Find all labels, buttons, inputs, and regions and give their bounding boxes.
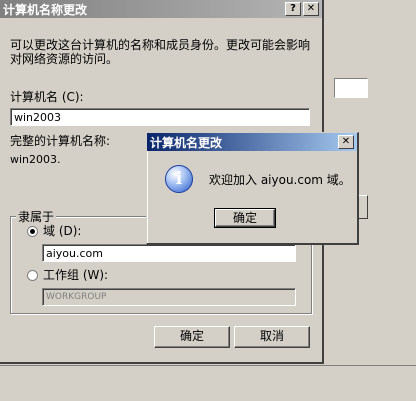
main-titlebar[interactable]: 计算机名称更改 ? ✕	[0, 0, 322, 18]
welcome-message: 欢迎加入 aiyou.com 域。	[209, 173, 351, 187]
computer-name-input[interactable]: win2003	[10, 108, 310, 126]
popup-titlebar-buttons: ✕	[338, 135, 354, 149]
domain-radio[interactable]	[27, 226, 38, 237]
domain-label: 域 (D):	[43, 224, 82, 238]
full-name-label: 完整的计算机名称:	[10, 134, 111, 148]
ok-button[interactable]: 确定	[154, 326, 230, 348]
help-button[interactable]: ?	[285, 2, 301, 16]
workgroup-input[interactable]: WORKGROUP	[42, 288, 296, 306]
popup-titlebar[interactable]: 计算机名更改 ✕	[147, 133, 357, 151]
workgroup-radio[interactable]	[27, 270, 38, 281]
info-icon: i	[165, 165, 193, 193]
full-name-value: win2003.	[10, 153, 61, 166]
cancel-button[interactable]: 取消	[234, 326, 310, 348]
description-line-2: 对网络资源的访问。	[10, 52, 119, 66]
titlebar-buttons: ? ✕	[285, 2, 319, 16]
main-dialog-title: 计算机名称更改	[3, 2, 88, 17]
member-of-label: 隶属于	[16, 208, 57, 225]
computer-name-label: 计算机名 (C):	[10, 90, 84, 104]
popup-ok-label: 确定	[232, 211, 257, 225]
workgroup-label: 工作组 (W):	[43, 268, 109, 282]
close-button[interactable]: ✕	[303, 2, 319, 16]
background-divider	[0, 365, 416, 366]
welcome-message-box: 计算机名更改 ✕ i 欢迎加入 aiyou.com 域。 确定	[146, 132, 359, 245]
popup-close-button[interactable]: ✕	[338, 135, 354, 149]
radio-selected-dot	[30, 229, 35, 234]
description-line-1: 可以更改这台计算机的名称和成员身份。更改可能会影响	[10, 38, 311, 52]
domain-input[interactable]: aiyou.com	[42, 244, 296, 262]
background-field	[334, 78, 368, 98]
popup-title: 计算机名更改	[150, 135, 223, 150]
popup-ok-button[interactable]: 确定	[214, 208, 276, 228]
